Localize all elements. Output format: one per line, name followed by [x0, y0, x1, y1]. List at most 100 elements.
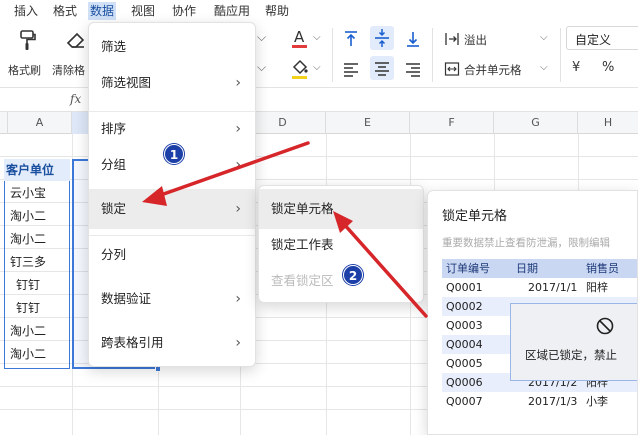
menu-item-label: 分组 — [101, 157, 127, 172]
merge-chevron-icon[interactable]: ⌵ — [540, 62, 548, 73]
align-left-icon[interactable] — [342, 60, 360, 78]
format-painter-icon[interactable] — [16, 28, 40, 52]
preview-cell: 阳梓 — [586, 281, 608, 294]
font-color-chevron-icon[interactable]: ⌵ — [313, 32, 321, 43]
menu-item-sort[interactable]: 排序 › — [89, 109, 255, 149]
column-header-h[interactable]: H — [578, 112, 638, 134]
border-chevron-icon[interactable]: ⌵ — [257, 60, 266, 75]
preview-cell: Q0005 — [446, 357, 483, 370]
corner-cell[interactable] — [0, 112, 8, 134]
table-cell[interactable]: 淘小二 — [10, 228, 46, 250]
number-format-value: 自定义 — [575, 33, 612, 47]
table-cell[interactable]: 淘小二 — [10, 320, 46, 342]
preview-row: Q0001 2017/1/1 阳梓 — [442, 278, 637, 297]
table-cell[interactable]: 淘小二 — [10, 205, 46, 227]
chevron-right-icon: › — [235, 291, 241, 307]
overflow-chevron-icon[interactable]: ⌵ — [540, 32, 548, 43]
chevron-right-icon: › — [235, 201, 241, 217]
menu-data[interactable]: 数据 — [88, 2, 117, 20]
align-top-icon[interactable] — [342, 30, 360, 48]
table-cell[interactable]: 钉钉 — [16, 274, 40, 296]
align-center-icon[interactable] — [370, 56, 394, 80]
align-middle-icon[interactable] — [370, 26, 394, 50]
submenu-lock-cells[interactable]: 锁定单元格 — [259, 189, 423, 229]
preview-cell: Q0002 — [446, 300, 483, 313]
fill-color-chevron-icon[interactable]: ⌵ — [313, 62, 321, 73]
preview-cell: Q0001 — [446, 281, 483, 294]
preview-cell: 小李 — [586, 395, 608, 408]
menu-bar: 插入 格式 数据 视图 协作 酷应用 帮助 — [0, 0, 638, 22]
table-cell[interactable]: 钉三多 — [10, 251, 46, 273]
lock-submenu: 锁定单元格 锁定工作表 查看锁定区 — [258, 185, 424, 303]
preview-header: 订单编号 — [446, 262, 490, 275]
column-header-f[interactable]: F — [410, 112, 494, 134]
eraser-icon[interactable] — [64, 28, 88, 52]
menu-collaborate[interactable]: 协作 — [170, 2, 198, 20]
header-cell[interactable]: 客户单位 — [4, 159, 70, 181]
chevron-right-icon: › — [235, 157, 241, 173]
table-cell[interactable]: 云小宝 — [10, 182, 46, 204]
preview-cell: Q0004 — [446, 338, 483, 351]
menu-item-filter-view[interactable]: 筛选视图 › — [89, 63, 255, 103]
submenu-item-label: 查看锁定区 — [271, 273, 334, 288]
menu-item-split[interactable]: 分列 — [89, 235, 255, 275]
preview-cell: Q0006 — [446, 376, 483, 389]
menu-item-lock[interactable]: 锁定 › — [89, 189, 255, 229]
menu-item-filter[interactable]: 筛选 — [89, 27, 255, 67]
submenu-item-label: 锁定单元格 — [271, 201, 334, 216]
align-bottom-icon[interactable] — [404, 30, 422, 48]
font-color-icon[interactable]: A — [290, 27, 310, 51]
data-menu: 筛选 筛选视图 › 排序 › 分组 › 锁定 › 分列 数据验证 › 跨表格引用 › — [88, 22, 256, 367]
lock-cells-preview: 锁定单元格 重要数据禁止查看防泄漏，限制编辑 订单编号 日期 销售员 Q0001… — [427, 190, 638, 435]
lock-message: 区域已锁定，禁止 — [525, 348, 617, 362]
align-right-icon[interactable] — [404, 60, 422, 78]
step-badge-2: 2 — [343, 265, 363, 285]
chevron-right-icon: › — [235, 75, 241, 91]
column-header-e[interactable]: E — [326, 112, 410, 134]
preview-header-row: 订单编号 日期 销售员 — [442, 259, 637, 278]
menu-item-label: 跨表格引用 — [101, 335, 164, 350]
chevron-right-icon: › — [235, 335, 241, 351]
submenu-lock-sheet[interactable]: 锁定工作表 — [259, 225, 423, 265]
format-painter-label: 格式刷 — [8, 64, 41, 77]
percent-button[interactable]: % — [602, 60, 614, 75]
clear-format-label: 清除格 — [52, 64, 85, 77]
column-header-a[interactable]: A — [8, 112, 72, 134]
fill-color-icon[interactable] — [290, 58, 310, 82]
merge-cells-label[interactable]: 合并单元格 — [464, 62, 522, 78]
menu-item-cross-sheet-ref[interactable]: 跨表格引用 › — [89, 323, 255, 363]
preview-header: 日期 — [516, 262, 538, 275]
number-format-select[interactable]: 自定义 — [566, 26, 638, 50]
preview-cell: Q0003 — [446, 319, 483, 332]
menu-item-label: 锁定 — [101, 201, 127, 216]
locked-region — [510, 303, 637, 381]
preview-row: Q0007 2017/1/3 小李 — [442, 392, 637, 411]
column-header-g[interactable]: G — [494, 112, 578, 134]
preview-cell: Q0007 — [446, 395, 483, 408]
chevron-right-icon: › — [235, 121, 241, 137]
preview-description: 重要数据禁止查看防泄漏，限制编辑 — [442, 237, 610, 249]
menu-view[interactable]: 视图 — [129, 2, 157, 20]
merge-cells-icon[interactable] — [444, 61, 460, 77]
table-cell[interactable]: 钉钉 — [16, 297, 40, 319]
currency-button[interactable]: ¥ — [572, 60, 580, 75]
menu-item-label: 筛选 — [101, 39, 127, 54]
menu-insert[interactable]: 插入 — [12, 2, 40, 20]
menu-help[interactable]: 帮助 — [263, 2, 291, 20]
preview-title: 锁定单元格 — [442, 209, 508, 224]
preview-cell: 2017/1/3 — [528, 395, 578, 408]
no-entry-icon — [594, 315, 616, 337]
preview-cell: 2017/1/1 — [528, 281, 578, 294]
menu-format[interactable]: 格式 — [51, 2, 79, 20]
preview-header: 销售员 — [586, 262, 619, 275]
svg-text:A: A — [294, 28, 305, 46]
menu-item-label: 筛选视图 — [101, 75, 152, 90]
overflow-label[interactable]: 溢出 — [464, 32, 487, 48]
fx-icon[interactable]: fx — [70, 92, 81, 106]
overflow-icon[interactable] — [444, 31, 460, 47]
font-size-chevron-icon[interactable]: ⌵ — [257, 30, 266, 45]
menu-apps[interactable]: 酷应用 — [212, 2, 252, 20]
table-cell[interactable]: 淘小二 — [10, 343, 46, 365]
submenu-view-locked: 查看锁定区 — [259, 261, 423, 301]
menu-item-data-validation[interactable]: 数据验证 › — [89, 279, 255, 319]
